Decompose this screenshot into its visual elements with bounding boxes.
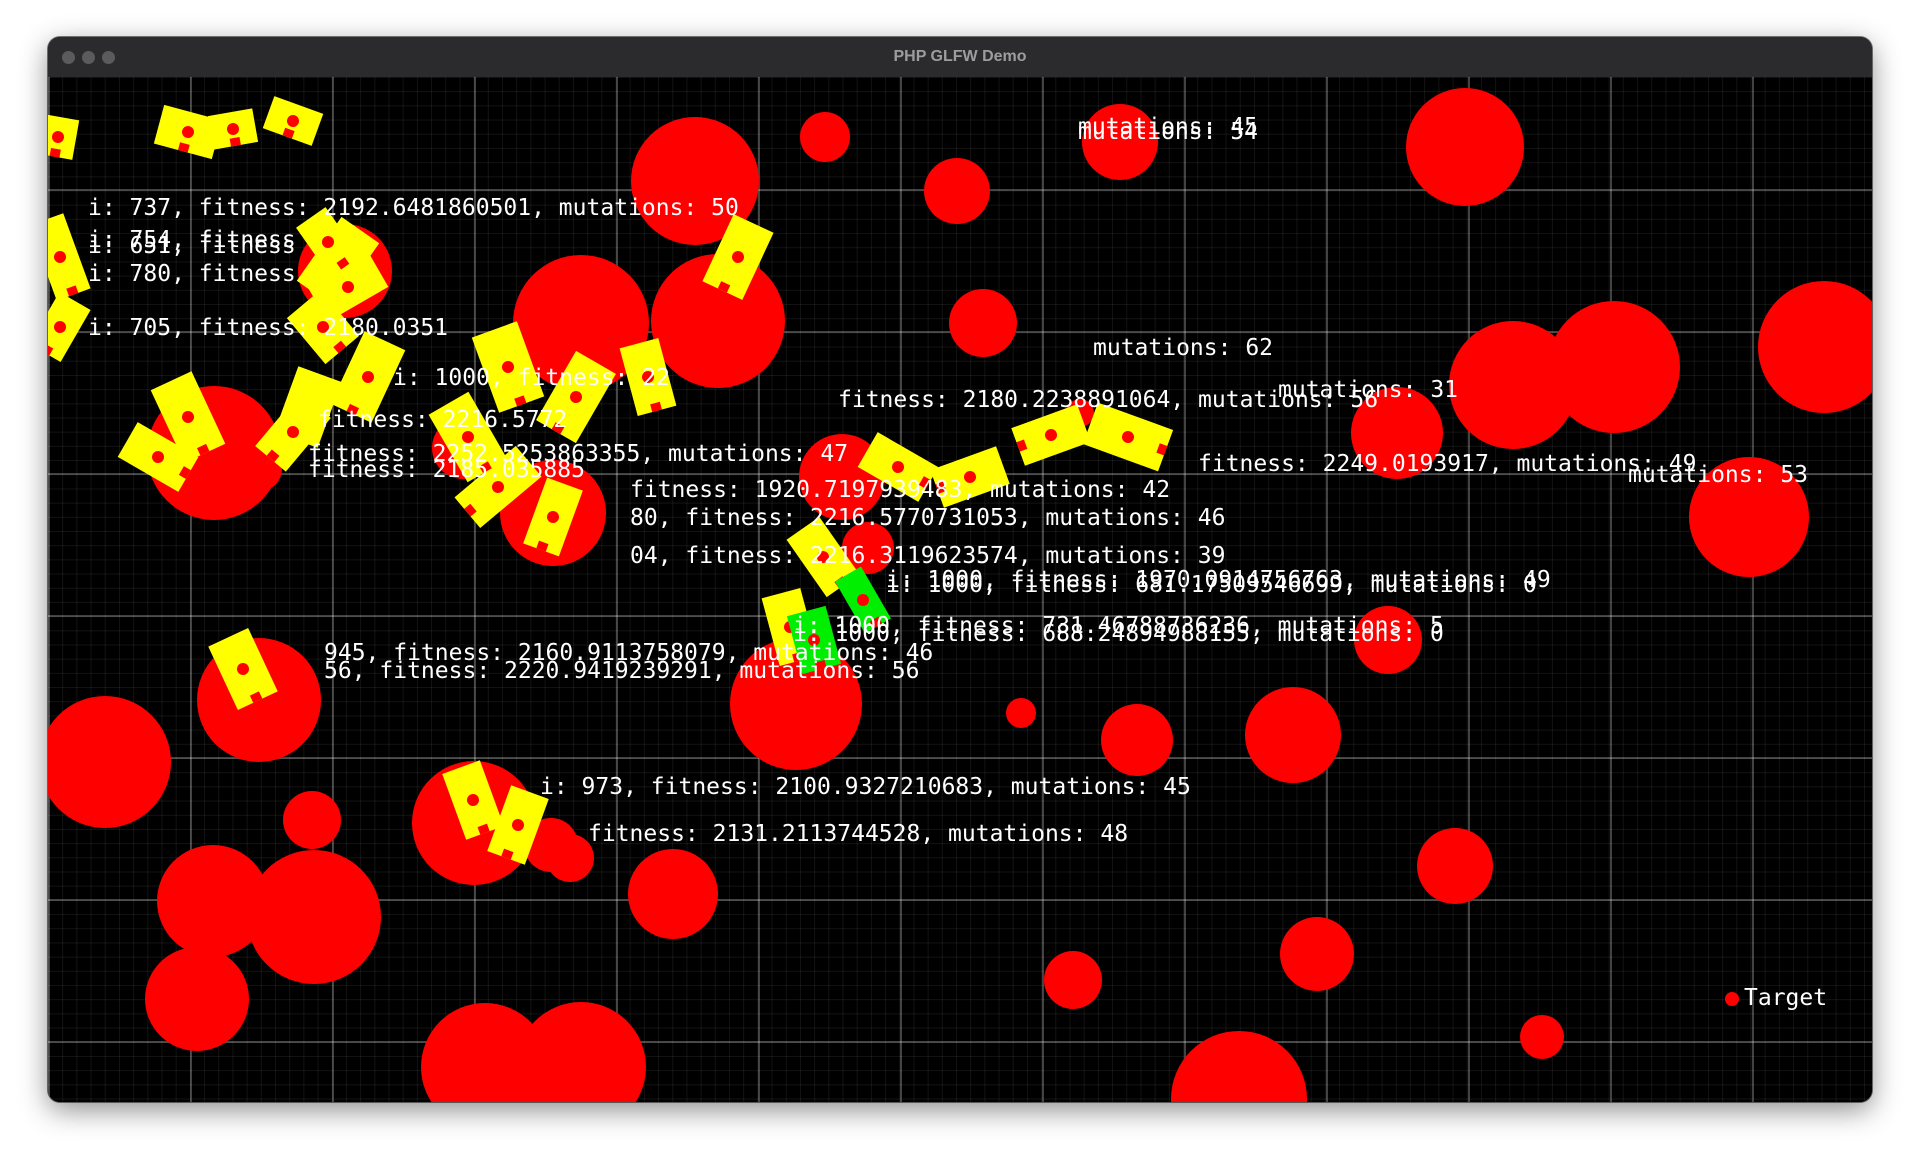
agent <box>48 213 91 301</box>
agent-label: fitness: 2216.5772 <box>318 407 568 433</box>
target-label: Target <box>1744 985 1828 1011</box>
obstacle-circle <box>628 849 718 939</box>
app-window: PHP GLFW Demo i: 737, fitness: 2192.6481… <box>48 37 1872 1102</box>
agent-label: 04, fitness: 2216.3119623574, mutations:… <box>630 543 1226 569</box>
simulation-canvas[interactable]: i: 737, fitness: 2192.6481860501, mutati… <box>48 77 1872 1102</box>
agent-label: i: 651, fitness <box>88 233 296 259</box>
obstacle-circle <box>1520 1015 1564 1059</box>
agent-label: fitness: 1920.7197939483, mutations: 42 <box>630 477 1171 503</box>
agent <box>1011 404 1091 466</box>
agent-label: fitness: 2131.2113744528, mutations: 48 <box>588 821 1129 847</box>
obstacle-circle <box>1406 88 1524 206</box>
agent-label: i: 705, fitness: 2180.0351 <box>88 315 449 341</box>
obstacle-circle <box>1548 301 1680 433</box>
obstacle-circle <box>924 158 990 224</box>
obstacle-circle <box>283 791 341 849</box>
window-title: PHP GLFW Demo <box>893 48 1027 65</box>
agent-label: 80, fitness: 2216.5770731053, mutations:… <box>630 505 1226 531</box>
obstacle-circle <box>516 1002 646 1102</box>
agent-label: i: 973, fitness: 2100.9327210683, mutati… <box>540 774 1191 800</box>
agent-label: fitness: 2180.2238891064, mutations: 56 <box>838 387 1379 413</box>
obstacle-circle <box>1280 917 1354 991</box>
agent-label: i: 1000, fitness: 22 <box>393 365 670 391</box>
obstacle-circle <box>48 696 171 828</box>
obstacle-circle <box>1044 951 1102 1009</box>
agent-label: fitness: 2249.0193917, mutations: 49 <box>1198 451 1697 477</box>
agent-label: i: 737, fitness: 2192.6481860501, mutati… <box>88 195 739 221</box>
agent <box>207 108 259 150</box>
agent-label: 56, fitness: 2220.9419239291, mutations:… <box>324 658 920 684</box>
agent-label: mutations: 53 <box>1628 462 1809 488</box>
title-bar[interactable]: PHP GLFW Demo <box>48 37 1872 78</box>
agent-label: fitness: 2185.035885 <box>308 457 585 483</box>
obstacle-circle <box>1006 698 1036 728</box>
obstacle-circle <box>1417 828 1493 904</box>
obstacle-circle <box>800 112 850 162</box>
obstacle-circle <box>1101 704 1173 776</box>
agent-sensor <box>229 136 241 147</box>
obstacle-circle <box>546 834 594 882</box>
agent-label: mutations: 62 <box>1093 335 1274 361</box>
agent-label: mutations: 54 <box>1078 119 1259 145</box>
obstacle-circle <box>949 289 1017 357</box>
obstacle-circle <box>1758 281 1872 413</box>
agent-label: i: 780, fitness <box>88 261 296 287</box>
obstacle-circle <box>1245 687 1341 783</box>
agent-sensor <box>49 147 61 158</box>
obstacle-circle <box>145 947 249 1051</box>
target-marker <box>1725 992 1739 1006</box>
agent <box>262 96 324 146</box>
obstacle-circle <box>247 850 381 984</box>
obstacle-circle <box>1171 1031 1307 1102</box>
agent <box>48 292 91 362</box>
agent-label: i: 1000, fitness: 681.17509546699, mutat… <box>886 572 1537 598</box>
agent <box>48 114 80 160</box>
